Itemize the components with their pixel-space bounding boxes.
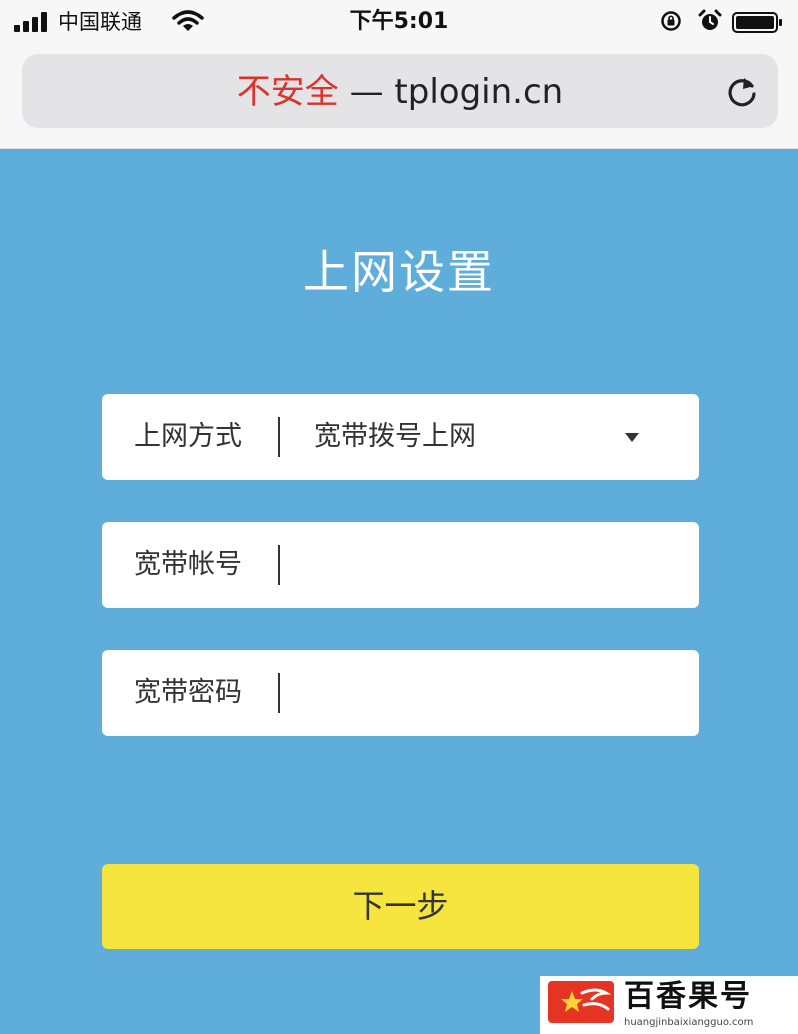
url-display: 不安全 — tplogin.cn: [22, 72, 778, 112]
status-bar: 中国联通 下午5:01: [0, 0, 798, 44]
broadband-password-label: 宽带密码: [134, 677, 242, 708]
watermark-domain: huangjinbaixiangguo.com: [624, 1017, 754, 1028]
alarm-icon: [698, 9, 722, 30]
field-divider: [278, 417, 280, 457]
watermark: 百香果号 huangjinbaixiangguo.com: [540, 976, 798, 1034]
broadband-password-input[interactable]: [292, 668, 676, 720]
text-cursor: [278, 673, 280, 713]
url-separator: —: [338, 72, 395, 112]
next-step-button[interactable]: 下一步: [102, 864, 699, 949]
watermark-logo-icon: [548, 981, 614, 1023]
watermark-name: 百香果号: [624, 979, 752, 1014]
connection-type-label: 上网方式: [134, 421, 242, 452]
broadband-account-label: 宽带帐号: [134, 549, 242, 580]
url-host: tplogin.cn: [394, 72, 564, 112]
battery-icon: [732, 12, 782, 33]
connection-type-value: 宽带拨号上网: [314, 421, 476, 452]
insecure-warning: 不安全: [236, 72, 339, 112]
page-title: 上网设置: [303, 245, 495, 299]
broadband-account-field: 宽带帐号: [102, 522, 699, 608]
orientation-lock-icon: [661, 11, 681, 31]
broadband-password-field: 宽带密码: [102, 650, 699, 736]
browser-chrome: 中国联通 下午5:01 不安全 — tplogin.cn: [0, 0, 798, 149]
address-bar[interactable]: 不安全 — tplogin.cn: [22, 54, 778, 128]
dropdown-caret-icon: [625, 433, 639, 442]
text-cursor: [278, 545, 280, 585]
connection-type-select[interactable]: 上网方式 宽带拨号上网: [102, 394, 699, 480]
reload-icon[interactable]: [724, 72, 760, 110]
broadband-account-input[interactable]: [292, 540, 676, 592]
